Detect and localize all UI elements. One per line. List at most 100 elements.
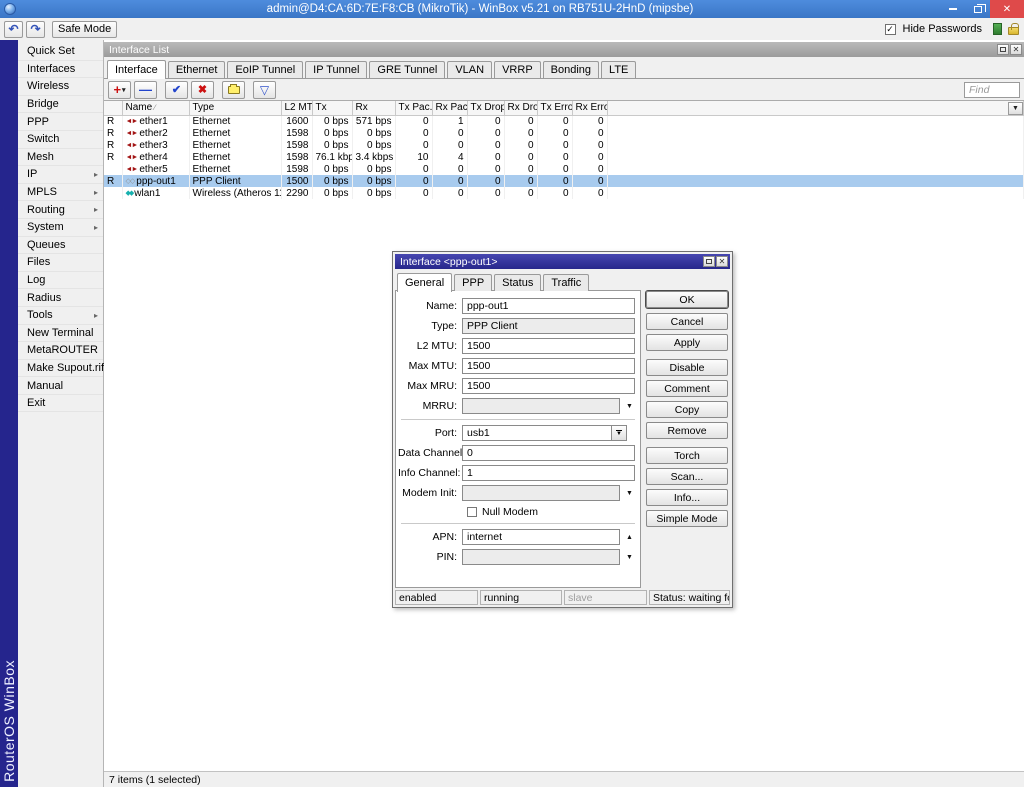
add-interface-button[interactable]: + ▾ bbox=[108, 81, 131, 99]
sidebar-item[interactable]: System ▸ bbox=[18, 219, 103, 237]
tab[interactable]: VLAN bbox=[447, 61, 492, 78]
table-row[interactable]: R ◄►ether4 Ethernet 1598 76.1 kbps 3.4 k… bbox=[104, 151, 1024, 163]
port-dropdown-button[interactable]: ▼ bbox=[611, 425, 627, 441]
find-input[interactable] bbox=[964, 82, 1020, 98]
disable-button[interactable]: Disable bbox=[646, 359, 728, 376]
table-row[interactable]: R ◄►ether2 Ethernet 1598 0 bps 0 bps 0 0… bbox=[104, 127, 1024, 139]
restore-button[interactable] bbox=[965, 0, 990, 18]
sidebar-item[interactable]: Mesh ▸ bbox=[18, 149, 103, 167]
cancel-button[interactable]: Cancel bbox=[646, 313, 728, 330]
info-channel-field[interactable] bbox=[462, 465, 635, 481]
torch-button[interactable]: Torch bbox=[646, 447, 728, 464]
dialog-close-button[interactable]: ✕ bbox=[716, 256, 728, 267]
minimize-button[interactable] bbox=[940, 0, 965, 18]
pin-expand-arrow-icon[interactable]: ▼ bbox=[626, 554, 633, 561]
sidebar-item[interactable]: Wireless ▸ bbox=[18, 78, 103, 96]
scan-button[interactable]: Scan... bbox=[646, 468, 728, 485]
enable-button[interactable]: ✔ bbox=[165, 81, 188, 99]
port-field[interactable] bbox=[462, 425, 612, 441]
column-tx-errors[interactable]: Tx Errors bbox=[537, 101, 572, 115]
tab[interactable]: GRE Tunnel bbox=[369, 61, 445, 78]
null-modem-checkbox[interactable] bbox=[467, 507, 477, 517]
sidebar-item[interactable]: New Terminal ▸ bbox=[18, 325, 103, 343]
sidebar-item[interactable]: PPP ▸ bbox=[18, 113, 103, 131]
tab-status[interactable]: Status bbox=[494, 274, 541, 291]
apn-field[interactable] bbox=[462, 529, 620, 545]
simple-mode-button[interactable]: Simple Mode bbox=[646, 510, 728, 527]
sidebar-item[interactable]: IP ▸ bbox=[18, 166, 103, 184]
comment-button[interactable]: Comment bbox=[646, 380, 728, 397]
copy-button[interactable]: Copy bbox=[646, 401, 728, 418]
column-rx-drops[interactable]: Rx Drops bbox=[504, 101, 537, 115]
sidebar-item[interactable]: Files ▸ bbox=[18, 254, 103, 272]
sidebar-item[interactable]: Queues ▸ bbox=[18, 237, 103, 255]
tab[interactable]: EoIP Tunnel bbox=[227, 61, 303, 78]
sidebar-item[interactable]: Manual ▸ bbox=[18, 377, 103, 395]
max-mru-field[interactable] bbox=[462, 378, 635, 394]
apply-button[interactable]: Apply bbox=[646, 334, 728, 351]
table-row[interactable]: R ◇◇ppp-out1 PPP Client 1500 0 bps 0 bps… bbox=[104, 175, 1024, 187]
column-name[interactable]: Name∕ bbox=[122, 101, 189, 115]
comment-button[interactable] bbox=[222, 81, 245, 99]
remove-interface-button[interactable]: — bbox=[134, 81, 157, 99]
dialog-restore-button[interactable] bbox=[703, 256, 715, 267]
remove-button[interactable]: Remove bbox=[646, 422, 728, 439]
child-restore-button[interactable] bbox=[997, 44, 1009, 55]
tab-general[interactable]: General bbox=[397, 273, 452, 292]
sidebar-item[interactable]: Tools ▸ bbox=[18, 307, 103, 325]
tab-ppp[interactable]: PPP bbox=[454, 274, 492, 291]
tab[interactable]: IP Tunnel bbox=[305, 61, 367, 78]
l2mtu-field[interactable] bbox=[462, 338, 635, 354]
tab[interactable]: Ethernet bbox=[168, 61, 226, 78]
column-rx[interactable]: Rx bbox=[352, 101, 395, 115]
column-rx-packets[interactable]: Rx Pac... bbox=[432, 101, 467, 115]
sidebar-item[interactable]: Quick Set ▸ bbox=[18, 43, 103, 61]
modem-init-expand-arrow-icon[interactable]: ▼ bbox=[626, 490, 633, 497]
sidebar-item[interactable]: Radius ▸ bbox=[18, 289, 103, 307]
column-tx-drops[interactable]: Tx Drops bbox=[467, 101, 504, 115]
table-row[interactable]: R ◄►ether3 Ethernet 1598 0 bps 0 bps 0 0… bbox=[104, 139, 1024, 151]
sidebar-item[interactable]: MetaROUTER ▸ bbox=[18, 342, 103, 360]
column-tx[interactable]: Tx bbox=[312, 101, 352, 115]
column-select-button[interactable]: ▼ bbox=[1008, 102, 1023, 115]
sidebar-item[interactable]: Routing ▸ bbox=[18, 201, 103, 219]
sidebar-item[interactable]: Exit ▸ bbox=[18, 395, 103, 413]
tab[interactable]: Interface bbox=[107, 60, 166, 79]
column-type[interactable]: Type bbox=[189, 101, 281, 115]
tab-traffic[interactable]: Traffic bbox=[543, 274, 589, 291]
redo-button[interactable]: ↷ bbox=[26, 21, 45, 38]
table-row[interactable]: R ◄►ether1 Ethernet 1600 0 bps 571 bps 0… bbox=[104, 115, 1024, 127]
apn-collapse-arrow-icon[interactable]: ▲ bbox=[626, 534, 633, 541]
mrru-expand-arrow-icon[interactable]: ▼ bbox=[626, 403, 633, 410]
child-close-button[interactable]: ✕ bbox=[1010, 44, 1022, 55]
max-mtu-field[interactable] bbox=[462, 358, 635, 374]
name-field[interactable] bbox=[462, 298, 635, 314]
tab[interactable]: VRRP bbox=[494, 61, 541, 78]
safe-mode-button[interactable]: Safe Mode bbox=[52, 21, 117, 38]
table-row[interactable]: ◄►ether5 Ethernet 1598 0 bps 0 bps 0 0 0… bbox=[104, 163, 1024, 175]
sidebar-item[interactable]: Make Supout.rif ▸ bbox=[18, 360, 103, 378]
undo-button[interactable]: ↶ bbox=[4, 21, 23, 38]
sidebar-item[interactable]: Interfaces ▸ bbox=[18, 61, 103, 79]
data-channel-field[interactable] bbox=[462, 445, 635, 461]
tab[interactable]: LTE bbox=[601, 61, 636, 78]
column-flags[interactable] bbox=[104, 101, 122, 115]
tab[interactable]: Bonding bbox=[543, 61, 599, 78]
close-icon: ✕ bbox=[719, 258, 726, 266]
table-row[interactable]: ◆◆wlan1 Wireless (Atheros 11N) 2290 0 bp… bbox=[104, 187, 1024, 199]
ok-button[interactable]: OK bbox=[646, 291, 728, 308]
hide-passwords-checkbox[interactable]: ✓ bbox=[885, 24, 896, 35]
sidebar-item[interactable]: MPLS ▸ bbox=[18, 184, 103, 202]
close-button[interactable]: ✕ bbox=[990, 0, 1024, 18]
column-tx-packets[interactable]: Tx Pac... bbox=[395, 101, 432, 115]
sidebar-item[interactable]: Log ▸ bbox=[18, 272, 103, 290]
info-button[interactable]: Info... bbox=[646, 489, 728, 506]
row-tx-errors: 0 bbox=[537, 175, 572, 187]
column-l2mtu[interactable]: L2 MTU bbox=[281, 101, 312, 115]
column-rx-errors[interactable]: Rx Errors bbox=[572, 101, 607, 115]
sidebar-item[interactable]: Bridge ▸ bbox=[18, 96, 103, 114]
sidebar-item[interactable]: Switch ▸ bbox=[18, 131, 103, 149]
disable-button[interactable]: ✖ bbox=[191, 81, 214, 99]
row-rx-drops: 0 bbox=[504, 187, 537, 199]
filter-button[interactable]: ▽ bbox=[253, 81, 276, 99]
